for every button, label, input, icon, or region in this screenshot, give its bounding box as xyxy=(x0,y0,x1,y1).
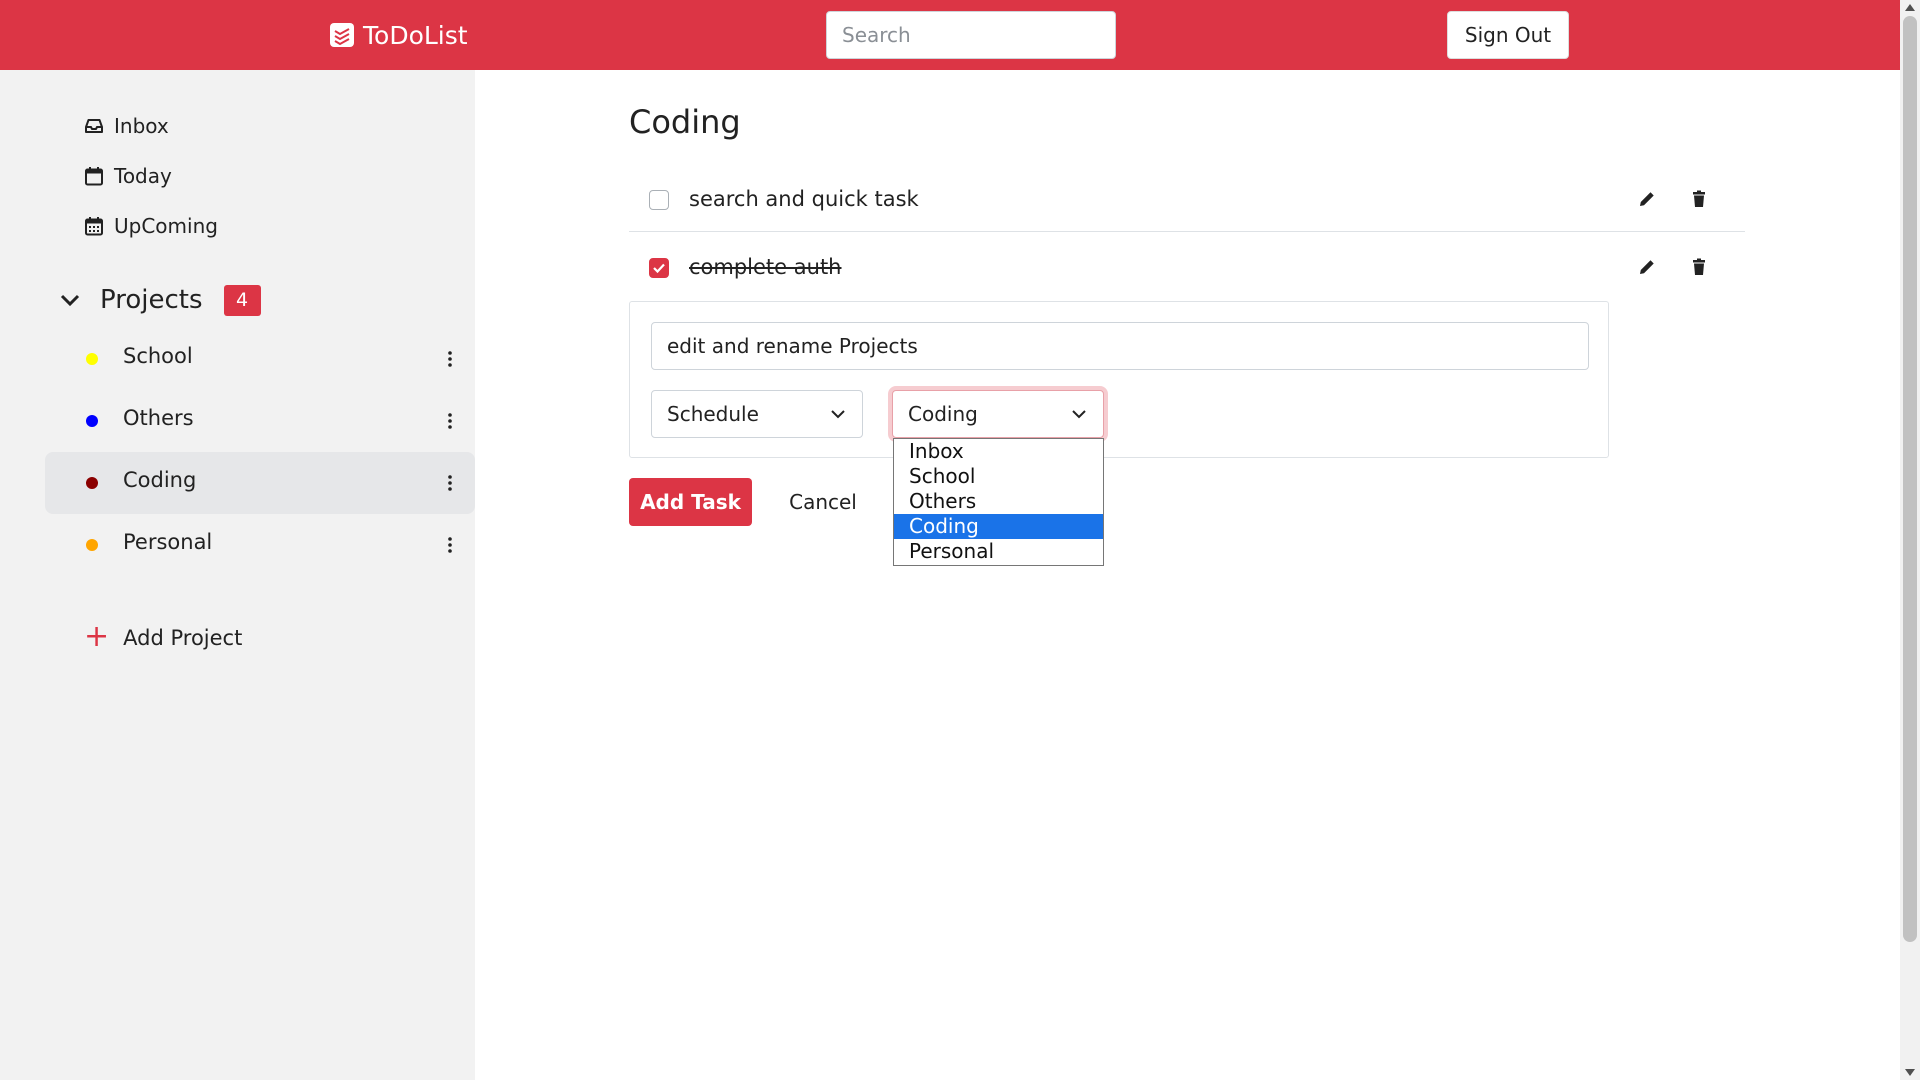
projects-section-header[interactable]: Projects 4 xyxy=(59,280,261,320)
project-color-dot xyxy=(86,353,98,365)
page-scrollbar[interactable] xyxy=(1900,0,1920,1080)
project-name: School xyxy=(123,344,193,368)
project-select-value: Coding xyxy=(908,402,978,426)
project-color-dot xyxy=(86,415,98,427)
trash-icon[interactable] xyxy=(1689,189,1709,209)
project-name: Coding xyxy=(123,468,197,492)
plus-icon: + xyxy=(84,618,110,654)
task-row: search and quick task xyxy=(629,168,1745,232)
sidebar-item-today[interactable]: Today xyxy=(84,160,172,192)
sidebar-item-label: Inbox xyxy=(114,114,169,138)
project-select[interactable]: Coding xyxy=(892,390,1104,438)
project-select-dropdown: Inbox School Others Coding Personal xyxy=(893,438,1104,566)
task-checkbox-checked[interactable] xyxy=(649,258,669,278)
chevron-down-icon xyxy=(60,294,80,307)
sidebar-item-label: UpComing xyxy=(114,214,218,238)
calendar-week-icon xyxy=(85,217,103,236)
sidebar: Inbox Today UpComing Projects 4 School O… xyxy=(0,70,475,1080)
search-input[interactable] xyxy=(826,11,1116,59)
check-icon xyxy=(653,263,665,274)
task-row: complete auth xyxy=(629,236,1745,300)
inbox-icon xyxy=(85,119,103,133)
add-project-label: Add Project xyxy=(123,626,243,650)
pencil-icon[interactable] xyxy=(1637,257,1657,277)
page-title: Coding xyxy=(629,103,741,141)
more-options-icon[interactable] xyxy=(447,349,453,369)
todoist-logo-icon xyxy=(330,23,354,47)
sidebar-item-label: Today xyxy=(114,164,172,188)
more-options-icon[interactable] xyxy=(447,411,453,431)
edit-task-form: Schedule Coding xyxy=(629,301,1609,458)
trash-icon[interactable] xyxy=(1689,257,1709,277)
pencil-icon[interactable] xyxy=(1637,189,1657,209)
project-option-inbox[interactable]: Inbox xyxy=(894,439,1103,464)
add-task-button[interactable]: Add Task xyxy=(629,478,752,526)
schedule-select[interactable]: Schedule xyxy=(651,390,863,438)
project-option-school[interactable]: School xyxy=(894,464,1103,489)
scrollbar-thumb[interactable] xyxy=(1903,16,1917,942)
task-name: complete auth xyxy=(689,255,842,279)
brand-name: ToDoList xyxy=(363,20,468,50)
add-project-button[interactable]: + Add Project xyxy=(84,618,243,654)
top-navbar: ToDoList Sign Out xyxy=(0,0,1900,70)
calendar-icon xyxy=(85,167,103,186)
chevron-down-icon xyxy=(831,410,845,419)
projects-title: Projects xyxy=(100,285,203,315)
schedule-select-label: Schedule xyxy=(667,402,759,426)
more-options-icon[interactable] xyxy=(447,535,453,555)
scroll-down-arrow-icon[interactable] xyxy=(1905,1069,1915,1076)
scroll-up-arrow-icon[interactable] xyxy=(1905,4,1915,11)
project-color-dot xyxy=(86,477,98,489)
project-option-coding[interactable]: Coding xyxy=(894,514,1103,539)
project-option-others[interactable]: Others xyxy=(894,489,1103,514)
project-name: Others xyxy=(123,406,194,430)
task-name: search and quick task xyxy=(689,187,919,211)
project-color-dot xyxy=(86,539,98,551)
project-name: Personal xyxy=(123,530,213,554)
projects-count-badge: 4 xyxy=(223,284,261,316)
chevron-down-icon xyxy=(1072,410,1086,419)
sidebar-project-personal[interactable]: Personal xyxy=(45,514,475,576)
sidebar-item-upcoming[interactable]: UpComing xyxy=(84,210,218,242)
brand-logo[interactable]: ToDoList xyxy=(329,18,468,52)
sidebar-item-inbox[interactable]: Inbox xyxy=(84,110,169,142)
sign-out-button[interactable]: Sign Out xyxy=(1447,11,1569,59)
sidebar-project-school[interactable]: School xyxy=(45,328,475,390)
task-checkbox[interactable] xyxy=(649,190,669,210)
sidebar-project-coding[interactable]: Coding xyxy=(45,452,475,514)
sidebar-project-others[interactable]: Others xyxy=(45,390,475,452)
cancel-button[interactable]: Cancel xyxy=(770,478,876,526)
project-option-personal[interactable]: Personal xyxy=(894,539,1103,564)
more-options-icon[interactable] xyxy=(447,473,453,493)
task-name-input[interactable] xyxy=(651,322,1589,370)
